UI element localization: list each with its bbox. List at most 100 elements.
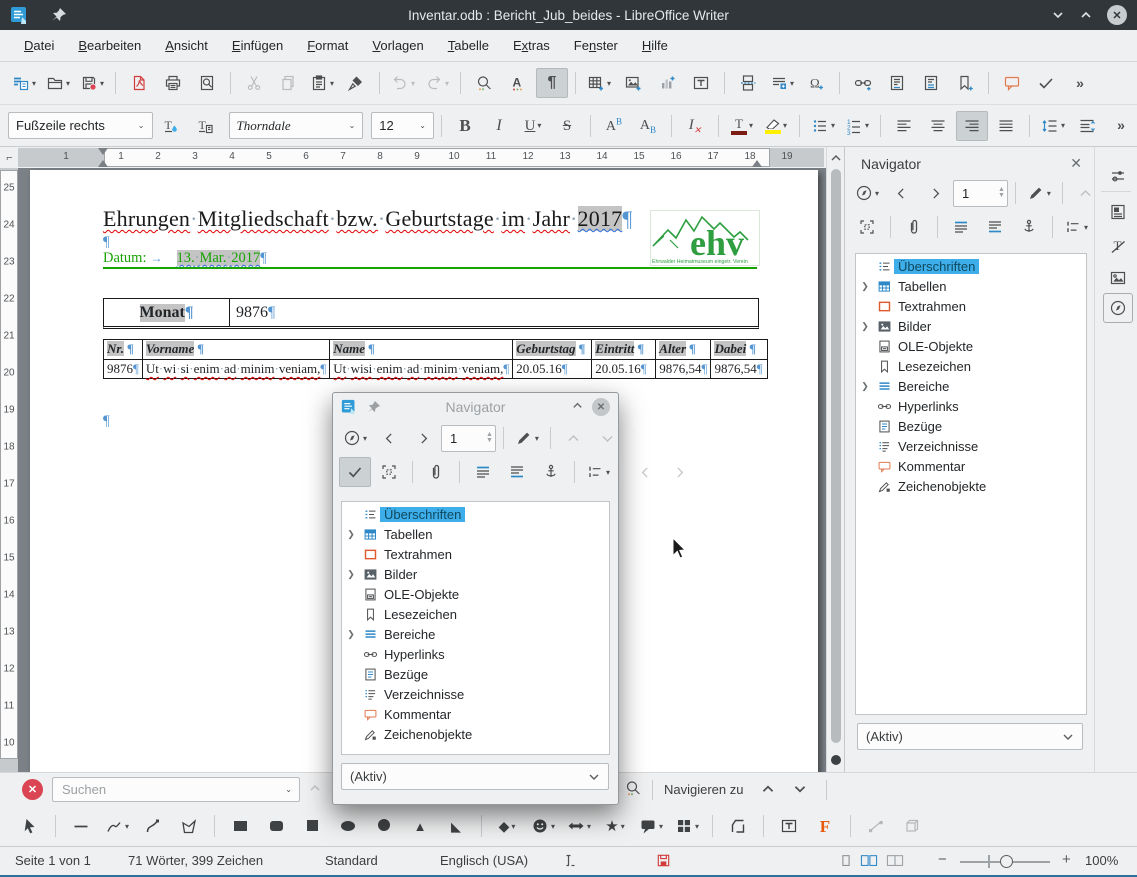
page-number-spinbox[interactable]: ▲▼	[953, 180, 1008, 207]
chevron-left-button[interactable]	[373, 423, 405, 453]
dropdown-arrow-icon[interactable]: ▾	[411, 79, 415, 88]
navigator-titlebar[interactable]: Navigator ✕	[333, 393, 618, 421]
chevron-left-button[interactable]	[885, 178, 917, 208]
print-preview-button[interactable]	[191, 68, 223, 98]
page-style-status[interactable]: Standard	[325, 853, 378, 868]
navigator-item-bilder[interactable]: ❯Bilder	[856, 316, 1086, 336]
chevron-down-button[interactable]	[592, 423, 624, 453]
outline-levels-button[interactable]: ▾	[582, 457, 614, 487]
check-button[interactable]	[339, 457, 371, 487]
rail-styles-tab[interactable]: T	[1103, 231, 1133, 261]
document-source-select[interactable]: (Aktiv)	[857, 723, 1083, 750]
dropdown-arrow-icon[interactable]: ▾	[783, 121, 787, 130]
header-lines-button[interactable]	[945, 212, 977, 242]
paragraph-style-combo[interactable]: Fußzeile rechts⌄	[8, 112, 153, 139]
anchor-button[interactable]	[1013, 212, 1045, 242]
insert-textbox-button[interactable]	[685, 68, 717, 98]
zoom-slider-thumb[interactable]	[1000, 855, 1013, 868]
navigate-next-icon[interactable]	[792, 781, 808, 797]
navigator-item-tabellen[interactable]: ❯Tabellen	[342, 524, 609, 544]
underline-button[interactable]: U▾	[517, 111, 549, 141]
paperclip-button[interactable]	[420, 457, 452, 487]
compass-tab[interactable]	[1103, 293, 1133, 323]
highlight-button[interactable]: ▾	[760, 111, 792, 141]
new-style-button[interactable]: T	[189, 111, 221, 141]
dropdown-arrow-icon[interactable]: ▾	[125, 822, 129, 831]
navigator-item-kommentar[interactable]: Kommentar	[342, 704, 609, 724]
navigator-item-lesezeichen[interactable]: Lesezeichen	[856, 356, 1086, 376]
compass-button[interactable]: ▾	[339, 423, 371, 453]
navigator-item-lesezeichen[interactable]: Lesezeichen	[342, 604, 609, 624]
footer-lines-button[interactable]	[501, 457, 533, 487]
rail-page-tab[interactable]	[1103, 197, 1133, 227]
collapse-icon[interactable]	[571, 399, 584, 415]
menu-ansicht[interactable]: Ansicht	[155, 34, 218, 57]
page-number-input[interactable]	[960, 185, 998, 202]
basic-shapes-button[interactable]: ◆▾	[491, 811, 523, 841]
spin-arrows[interactable]: ▲▼	[486, 432, 493, 445]
left-indent-marker[interactable]	[98, 160, 108, 167]
language-status[interactable]: Englisch (USA)	[440, 853, 528, 868]
italic-button[interactable]: I	[483, 111, 515, 141]
triangle-button[interactable]: ▲	[404, 811, 436, 841]
spin-arrows[interactable]: ▲▼	[998, 187, 1005, 200]
navigator-item-textrahmen[interactable]: Textrahmen	[856, 296, 1086, 316]
dropdown-arrow-icon[interactable]: ▾	[445, 79, 449, 88]
numbering-button[interactable]: 123▾	[841, 111, 873, 141]
tab-stop-selector[interactable]: ⌐	[2, 149, 17, 166]
page-number-spinbox[interactable]: ▲▼	[441, 425, 496, 452]
curve-button[interactable]	[137, 811, 169, 841]
zoom-out-button[interactable]: −	[938, 851, 947, 868]
freeform-button[interactable]: ▾	[101, 811, 133, 841]
page-break-button[interactable]	[732, 68, 764, 98]
navigator-item-verzeichnisse[interactable]: Verzeichnisse	[342, 684, 609, 704]
outline-levels-button[interactable]: ▾	[1060, 212, 1092, 242]
dropdown-arrow-icon[interactable]: ▾	[535, 434, 539, 443]
close-icon[interactable]: ✕	[592, 398, 610, 416]
chevron-right-button[interactable]	[919, 178, 951, 208]
redo-button[interactable]: ▾	[421, 68, 453, 98]
para-spacing-button[interactable]	[1071, 111, 1103, 141]
word-count-status[interactable]: 71 Wörter, 399 Zeichen	[128, 853, 263, 868]
navigator-item-oleobjekte[interactable]: OLE-Objekte	[856, 336, 1086, 356]
menu-hilfe[interactable]: Hilfe	[632, 34, 678, 57]
update-style-button[interactable]: T	[155, 111, 187, 141]
flowchart-button[interactable]: ▾	[671, 811, 703, 841]
block-arrows-button[interactable]: ▾	[563, 811, 595, 841]
navigator-item-bereiche[interactable]: ❯Bereiche	[856, 376, 1086, 396]
menu-vorlagen[interactable]: Vorlagen	[362, 34, 433, 57]
dropdown-arrow-icon[interactable]: ▾	[537, 121, 541, 130]
scroll-down-icon[interactable]	[829, 741, 843, 755]
dropdown-arrow-icon[interactable]: ▾	[865, 121, 869, 130]
dropdown-arrow-icon[interactable]: ▾	[587, 822, 591, 831]
select-arrow-button[interactable]	[14, 811, 46, 841]
bookmark-button[interactable]	[949, 68, 981, 98]
circle-button[interactable]	[368, 811, 400, 841]
menu-datei[interactable]: Datei	[14, 34, 64, 57]
insert-image-button[interactable]	[617, 68, 649, 98]
copy-button[interactable]	[272, 68, 304, 98]
navigate-previous-icon[interactable]	[760, 781, 776, 797]
navigator-item-zeichenobjekte[interactable]: Zeichenobjekte	[856, 476, 1086, 496]
right-triangle-button[interactable]: ◣	[440, 811, 472, 841]
right-indent-marker[interactable]	[752, 160, 762, 167]
clear-format-button[interactable]: I✕	[679, 111, 711, 141]
bold-button[interactable]: B	[449, 111, 481, 141]
menu-bearbeiten[interactable]: Bearbeiten	[68, 34, 151, 57]
dropdown-arrow-icon[interactable]: ▾	[607, 79, 611, 88]
book-view-icon[interactable]	[884, 853, 906, 869]
print-button[interactable]	[157, 68, 189, 98]
footer-lines-button[interactable]	[979, 212, 1011, 242]
content-view-button[interactable]	[373, 457, 405, 487]
ellipse-button[interactable]	[332, 811, 364, 841]
strike-button[interactable]: S	[551, 111, 583, 141]
chevron-right-button[interactable]	[407, 423, 439, 453]
member-table[interactable]: Nr. ¶Vorname ¶Name ¶Geburtstag ¶Eintritt…	[103, 339, 768, 379]
dropdown-arrow-icon[interactable]: ▾	[1061, 121, 1065, 130]
monat-table[interactable]: Monat¶ 9876¶	[103, 298, 759, 329]
dropdown-arrow-icon[interactable]: ▾	[749, 121, 753, 130]
edit-points-button[interactable]	[860, 811, 892, 841]
navigator-item-berschriften[interactable]: Überschriften	[342, 504, 609, 524]
square-button[interactable]	[296, 811, 328, 841]
extrusion-button[interactable]	[896, 811, 928, 841]
